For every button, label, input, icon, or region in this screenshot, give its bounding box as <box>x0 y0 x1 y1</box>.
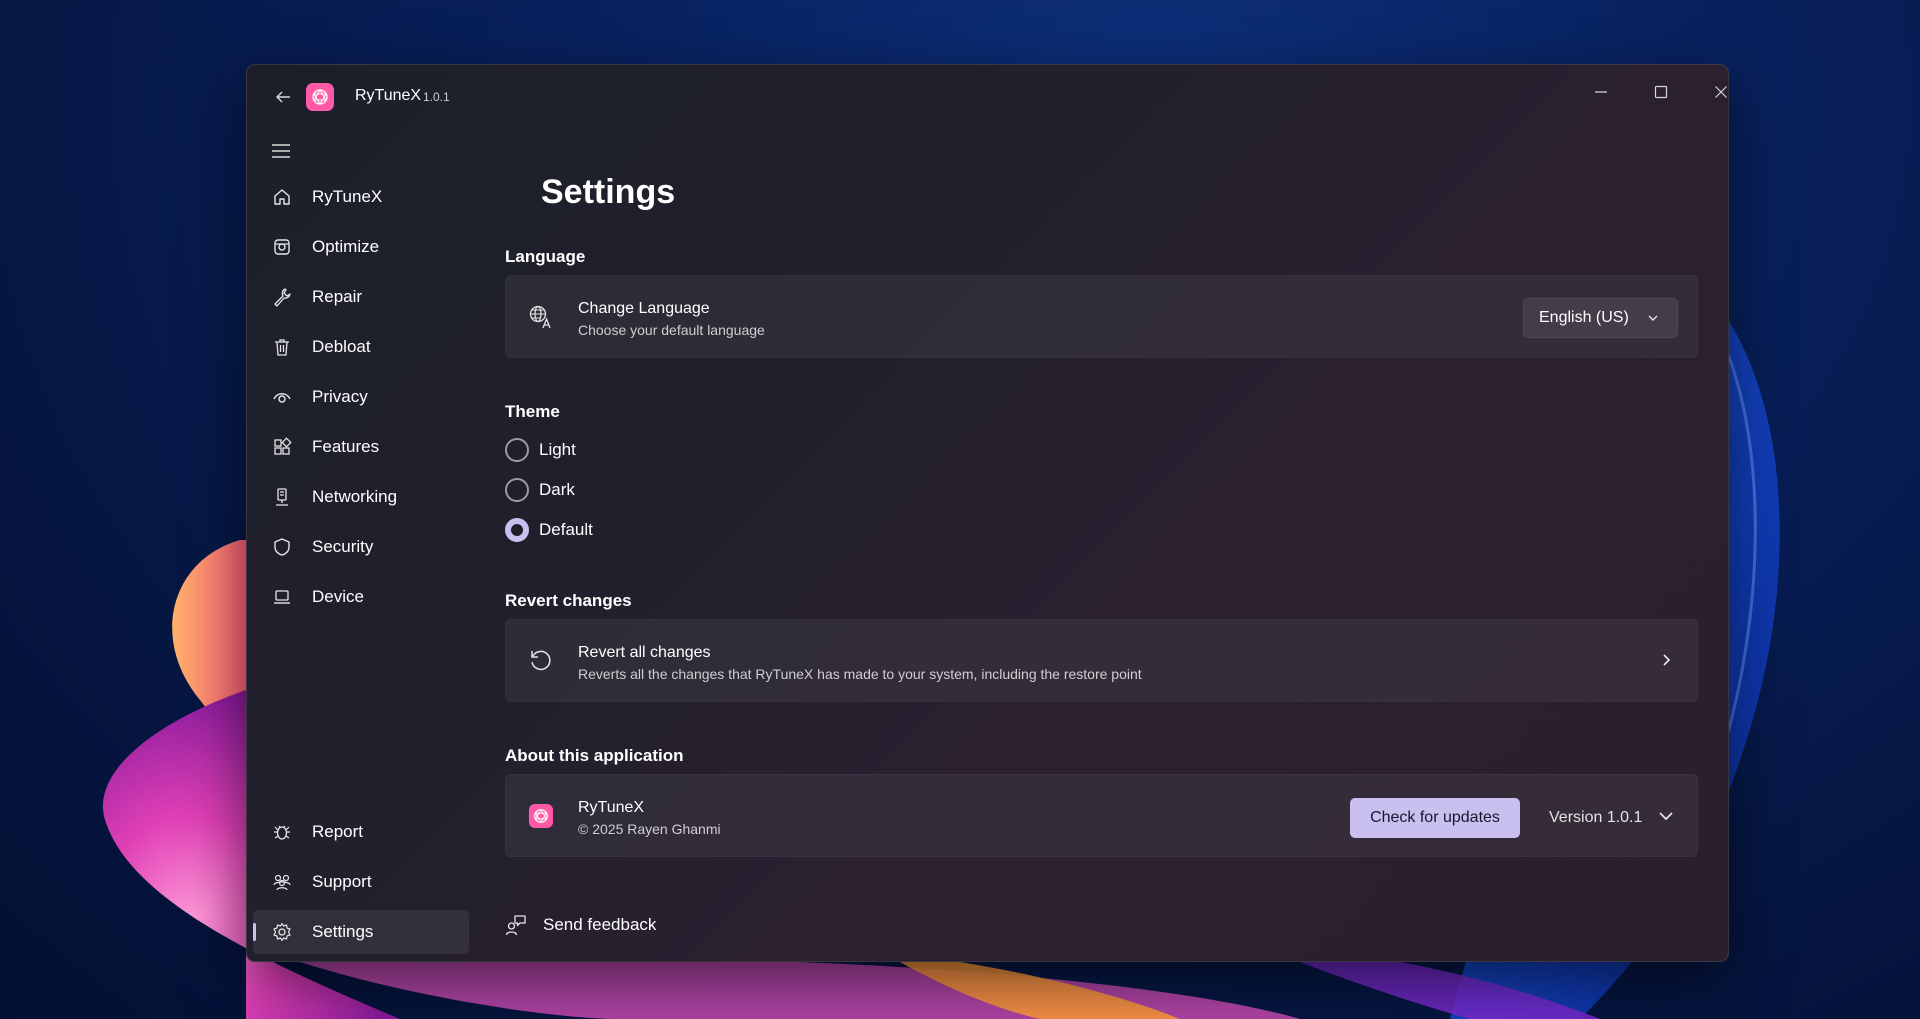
back-button[interactable] <box>267 83 299 111</box>
sidebar-item-label: Features <box>312 437 380 456</box>
theme-radio-light[interactable]: Light <box>505 435 576 465</box>
sidebar-item-device[interactable]: Device <box>253 575 469 619</box>
title-bar: RyTuneX 1.0.1 <box>247 65 1728 125</box>
bug-icon <box>271 821 293 843</box>
hamburger-icon <box>272 144 290 158</box>
logo-icon <box>312 88 328 106</box>
send-feedback-label: Send feedback <box>543 915 657 934</box>
language-dropdown[interactable]: English (US) <box>1523 298 1678 338</box>
radio-circle[interactable] <box>505 478 529 502</box>
close-icon <box>1715 86 1727 98</box>
app-logo-small <box>526 801 556 831</box>
people-icon <box>271 871 293 893</box>
arrow-left-icon <box>276 91 290 103</box>
app-title: RyTuneX <box>355 87 422 104</box>
chevron-down-icon <box>1659 812 1673 821</box>
sidebar-item-optimize[interactable]: Optimize <box>253 225 469 269</box>
sidebar-item-repair[interactable]: Repair <box>253 275 469 319</box>
network-icon <box>271 486 293 508</box>
sidebar-item-label: Security <box>312 537 374 556</box>
sidebar-item-label: Networking <box>312 487 398 506</box>
expand-button[interactable] <box>1651 801 1681 831</box>
radio-label: Default <box>539 520 593 539</box>
sidebar-item-debloat[interactable]: Debloat <box>253 325 469 369</box>
sidebar-item-support[interactable]: Support <box>253 860 469 904</box>
sidebar-item-label: Optimize <box>312 237 380 256</box>
send-feedback-link[interactable]: Send feedback <box>505 910 656 940</box>
check-for-updates-button[interactable]: Check for updates <box>1350 798 1520 838</box>
theme-radio-default[interactable]: Default <box>505 515 593 545</box>
minimize-button[interactable] <box>1578 77 1624 107</box>
language-selected-value: English (US) <box>1539 309 1629 326</box>
eye-icon <box>271 386 293 408</box>
radio-circle[interactable] <box>505 518 529 542</box>
sidebar-item-security[interactable]: Security <box>253 525 469 569</box>
trash-icon <box>271 336 293 358</box>
maximize-button[interactable] <box>1638 77 1684 107</box>
shield-icon <box>271 536 293 558</box>
about-card: RyTuneX © 2025 Rayen Ghanmi Check for up… <box>505 774 1698 857</box>
sidebar-item-rytunex[interactable]: RyTuneX <box>253 175 469 219</box>
page-title: Settings <box>541 173 676 211</box>
wrench-icon <box>271 286 293 308</box>
sidebar-item-privacy[interactable]: Privacy <box>253 375 469 419</box>
about-copyright: © 2025 Rayen Ghanmi <box>578 821 721 837</box>
revert-title: Revert all changes <box>578 644 711 661</box>
language-section-title: Language <box>505 247 586 266</box>
logo-icon <box>529 804 553 828</box>
revert-description: Reverts all the changes that RyTuneX has… <box>578 666 1142 682</box>
sidebar-item-features[interactable]: Features <box>253 425 469 469</box>
language-title: Change Language <box>578 300 710 317</box>
sidebar-item-label: RyTuneX <box>312 187 383 206</box>
radio-label: Dark <box>539 480 575 499</box>
chevron-right-icon <box>1663 654 1671 666</box>
sidebar-item-report[interactable]: Report <box>253 810 469 854</box>
chevron-down-icon <box>1648 315 1658 321</box>
hamburger-button[interactable] <box>261 133 301 169</box>
about-section-title: About this application <box>505 746 684 765</box>
feedback-icon <box>505 915 526 936</box>
sidebar-item-label: Support <box>312 872 372 891</box>
close-button[interactable] <box>1698 77 1728 107</box>
about-app-name: RyTuneX <box>578 799 645 816</box>
sidebar-item-networking[interactable]: Networking <box>253 475 469 519</box>
laptop-icon <box>271 586 293 608</box>
revert-section-title: Revert changes <box>505 591 632 610</box>
undo-icon <box>526 646 556 676</box>
gear-icon <box>271 921 293 943</box>
version-label: Version 1.0.1 <box>1549 809 1643 826</box>
app-logo <box>306 83 334 111</box>
app-window: RyTuneX 1.0.1 RyTuneX Optimize Repair De… <box>246 64 1729 962</box>
sidebar-item-label: Device <box>312 587 364 606</box>
maximize-icon <box>1654 85 1668 99</box>
revert-all-card[interactable]: Revert all changes Reverts all the chang… <box>505 619 1698 702</box>
radio-circle[interactable] <box>505 438 529 462</box>
radio-label: Light <box>539 440 576 459</box>
sidebar-item-label: Repair <box>312 287 363 306</box>
sidebar-item-label: Settings <box>312 922 374 941</box>
app-version: 1.0.1 <box>423 90 450 104</box>
sidebar-item-settings[interactable]: Settings <box>253 910 469 954</box>
sidebar-item-label: Report <box>312 822 364 841</box>
theme-section-title: Theme <box>505 402 560 421</box>
apps-icon <box>271 436 293 458</box>
minimize-icon <box>1595 91 1607 93</box>
sidebar-item-label: Debloat <box>312 337 371 356</box>
theme-radio-dark[interactable]: Dark <box>505 475 575 505</box>
language-card: Change Language Choose your default lang… <box>505 275 1698 358</box>
optimize-icon <box>271 236 293 258</box>
home-icon <box>271 186 293 208</box>
translate-icon <box>526 302 556 332</box>
language-description: Choose your default language <box>578 322 765 338</box>
sidebar-item-label: Privacy <box>312 387 368 406</box>
